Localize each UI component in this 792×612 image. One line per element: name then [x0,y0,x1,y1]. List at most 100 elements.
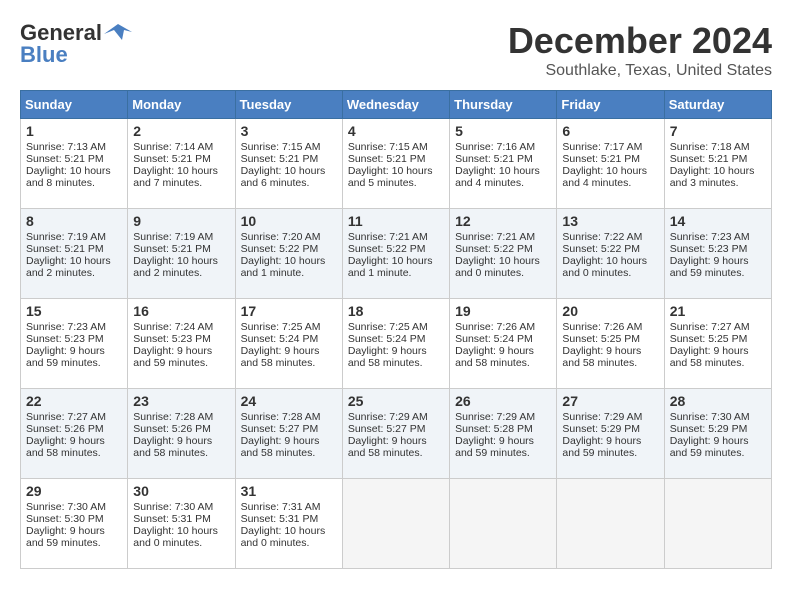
calendar-cell [664,479,771,569]
calendar-cell: 6 Sunrise: 7:17 AM Sunset: 5:21 PM Dayli… [557,119,664,209]
calendar-cell: 18 Sunrise: 7:25 AM Sunset: 5:24 PM Dayl… [342,299,449,389]
calendar-cell: 12 Sunrise: 7:21 AM Sunset: 5:22 PM Dayl… [450,209,557,299]
sunset-text: Sunset: 5:21 PM [26,243,104,255]
calendar-cell: 20 Sunrise: 7:26 AM Sunset: 5:25 PM Dayl… [557,299,664,389]
sunrise-text: Sunrise: 7:23 AM [26,321,106,333]
calendar-cell: 13 Sunrise: 7:22 AM Sunset: 5:22 PM Dayl… [557,209,664,299]
sunset-text: Sunset: 5:25 PM [670,333,748,345]
sunrise-text: Sunrise: 7:28 AM [133,411,213,423]
sunrise-text: Sunrise: 7:21 AM [455,231,535,243]
sunset-text: Sunset: 5:21 PM [670,153,748,165]
col-thursday: Thursday [450,91,557,119]
sunset-text: Sunset: 5:22 PM [455,243,533,255]
sunset-text: Sunset: 5:26 PM [133,423,211,435]
sunset-text: Sunset: 5:21 PM [26,153,104,165]
daylight-text: Daylight: 10 hours and 4 minutes. [562,165,647,189]
sunset-text: Sunset: 5:21 PM [133,153,211,165]
sunset-text: Sunset: 5:23 PM [26,333,104,345]
col-sunday: Sunday [21,91,128,119]
sunset-text: Sunset: 5:23 PM [670,243,748,255]
calendar-cell: 28 Sunrise: 7:30 AM Sunset: 5:29 PM Dayl… [664,389,771,479]
sunset-text: Sunset: 5:29 PM [562,423,640,435]
sunset-text: Sunset: 5:28 PM [455,423,533,435]
sunrise-text: Sunrise: 7:16 AM [455,141,535,153]
sunrise-text: Sunrise: 7:19 AM [26,231,106,243]
daylight-text: Daylight: 9 hours and 58 minutes. [670,345,749,369]
sunrise-text: Sunrise: 7:27 AM [26,411,106,423]
location-text: Southlake, Texas, United States [508,62,772,80]
calendar-week-row: 22 Sunrise: 7:27 AM Sunset: 5:26 PM Dayl… [21,389,772,479]
calendar-week-row: 1 Sunrise: 7:13 AM Sunset: 5:21 PM Dayli… [21,119,772,209]
day-number: 9 [133,213,229,229]
sunrise-text: Sunrise: 7:25 AM [348,321,428,333]
calendar-cell: 3 Sunrise: 7:15 AM Sunset: 5:21 PM Dayli… [235,119,342,209]
col-saturday: Saturday [664,91,771,119]
calendar-cell: 26 Sunrise: 7:29 AM Sunset: 5:28 PM Dayl… [450,389,557,479]
title-block: December 2024 Southlake, Texas, United S… [508,20,772,80]
sunrise-text: Sunrise: 7:20 AM [241,231,321,243]
sunset-text: Sunset: 5:30 PM [26,513,104,525]
calendar-cell: 11 Sunrise: 7:21 AM Sunset: 5:22 PM Dayl… [342,209,449,299]
sunrise-text: Sunrise: 7:25 AM [241,321,321,333]
day-number: 6 [562,123,658,139]
sunrise-text: Sunrise: 7:30 AM [26,501,106,513]
day-number: 4 [348,123,444,139]
day-number: 24 [241,393,337,409]
day-number: 18 [348,303,444,319]
daylight-text: Daylight: 10 hours and 2 minutes. [26,255,111,279]
daylight-text: Daylight: 10 hours and 2 minutes. [133,255,218,279]
day-number: 1 [26,123,122,139]
day-number: 23 [133,393,229,409]
sunrise-text: Sunrise: 7:30 AM [133,501,213,513]
logo-blue-text: Blue [20,42,68,68]
calendar-cell: 1 Sunrise: 7:13 AM Sunset: 5:21 PM Dayli… [21,119,128,209]
daylight-text: Daylight: 10 hours and 8 minutes. [26,165,111,189]
sunset-text: Sunset: 5:22 PM [562,243,640,255]
day-number: 19 [455,303,551,319]
sunset-text: Sunset: 5:21 PM [241,153,319,165]
day-number: 27 [562,393,658,409]
sunset-text: Sunset: 5:31 PM [133,513,211,525]
sunrise-text: Sunrise: 7:19 AM [133,231,213,243]
header-row: Sunday Monday Tuesday Wednesday Thursday… [21,91,772,119]
sunrise-text: Sunrise: 7:31 AM [241,501,321,513]
day-number: 25 [348,393,444,409]
calendar-cell: 5 Sunrise: 7:16 AM Sunset: 5:21 PM Dayli… [450,119,557,209]
day-number: 17 [241,303,337,319]
daylight-text: Daylight: 9 hours and 59 minutes. [670,435,749,459]
calendar-cell: 27 Sunrise: 7:29 AM Sunset: 5:29 PM Dayl… [557,389,664,479]
sunset-text: Sunset: 5:25 PM [562,333,640,345]
sunrise-text: Sunrise: 7:21 AM [348,231,428,243]
sunset-text: Sunset: 5:21 PM [133,243,211,255]
day-number: 13 [562,213,658,229]
sunrise-text: Sunrise: 7:26 AM [455,321,535,333]
daylight-text: Daylight: 10 hours and 5 minutes. [348,165,433,189]
daylight-text: Daylight: 10 hours and 3 minutes. [670,165,755,189]
calendar-cell: 4 Sunrise: 7:15 AM Sunset: 5:21 PM Dayli… [342,119,449,209]
day-number: 29 [26,483,122,499]
sunrise-text: Sunrise: 7:29 AM [562,411,642,423]
day-number: 22 [26,393,122,409]
day-number: 7 [670,123,766,139]
page-header: General Blue December 2024 Southlake, Te… [20,20,772,80]
col-tuesday: Tuesday [235,91,342,119]
sunset-text: Sunset: 5:29 PM [670,423,748,435]
calendar-table: Sunday Monday Tuesday Wednesday Thursday… [20,90,772,569]
calendar-cell: 8 Sunrise: 7:19 AM Sunset: 5:21 PM Dayli… [21,209,128,299]
daylight-text: Daylight: 9 hours and 59 minutes. [26,345,105,369]
calendar-cell: 22 Sunrise: 7:27 AM Sunset: 5:26 PM Dayl… [21,389,128,479]
sunrise-text: Sunrise: 7:13 AM [26,141,106,153]
day-number: 11 [348,213,444,229]
calendar-cell: 23 Sunrise: 7:28 AM Sunset: 5:26 PM Dayl… [128,389,235,479]
day-number: 3 [241,123,337,139]
sunrise-text: Sunrise: 7:22 AM [562,231,642,243]
sunset-text: Sunset: 5:26 PM [26,423,104,435]
daylight-text: Daylight: 9 hours and 58 minutes. [348,435,427,459]
sunset-text: Sunset: 5:24 PM [348,333,426,345]
sunset-text: Sunset: 5:21 PM [348,153,426,165]
sunrise-text: Sunrise: 7:28 AM [241,411,321,423]
calendar-cell [450,479,557,569]
sunrise-text: Sunrise: 7:15 AM [348,141,428,153]
daylight-text: Daylight: 10 hours and 0 minutes. [133,525,218,549]
calendar-cell: 25 Sunrise: 7:29 AM Sunset: 5:27 PM Dayl… [342,389,449,479]
